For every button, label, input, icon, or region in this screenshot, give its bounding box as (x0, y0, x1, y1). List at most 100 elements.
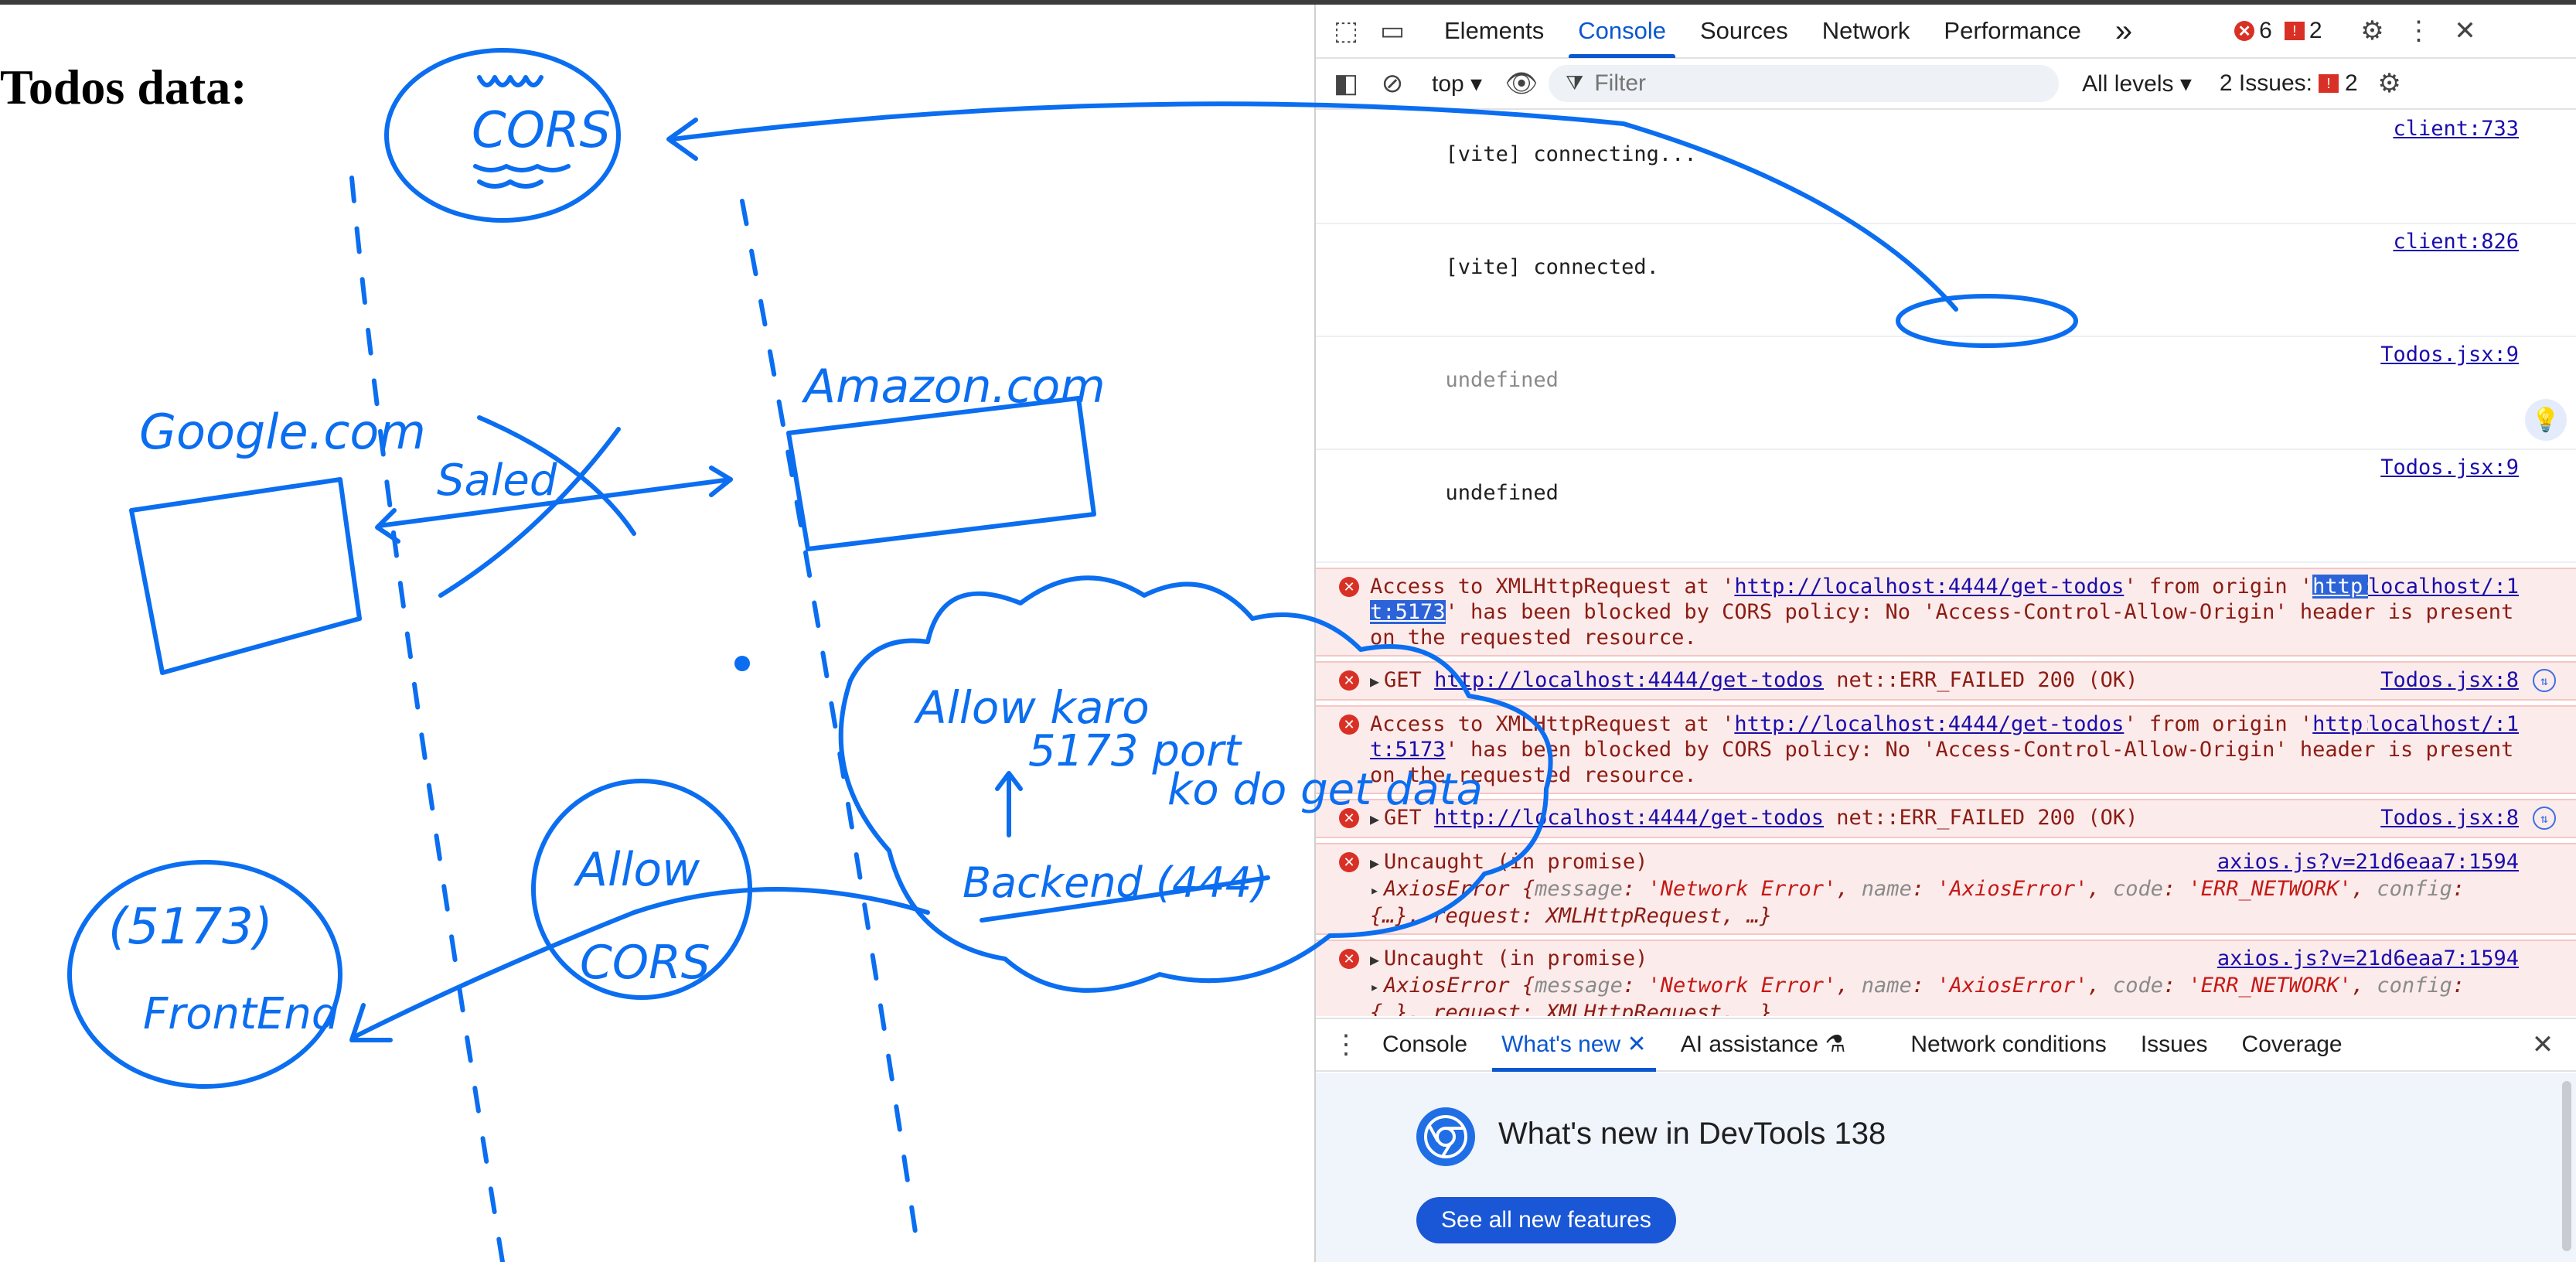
drawer-tab-whats-new[interactable]: What's new ✕ (1484, 1018, 1664, 1072)
ai-insights-bulb-icon[interactable]: 💡 (2525, 399, 2567, 441)
object-value: 'AxiosError' (1937, 877, 2088, 901)
console-error-row: ✕ ▶ Uncaught (in promise) axios.js?v=21d6ea… (1316, 843, 2576, 935)
source-link[interactable]: localhost/:1 (2367, 574, 2519, 599)
source-link[interactable]: Todos.jsx:8 (2380, 805, 2519, 831)
error-icon: ✕ (1339, 852, 1359, 872)
clear-console-icon[interactable]: ⊘ (1373, 64, 1412, 103)
error-text: net::ERR_FAILED 200 (OK) (1824, 668, 2138, 692)
error-text: Uncaught (in promise) (1384, 946, 1648, 970)
network-request-icon[interactable]: ⇅ (2533, 807, 2556, 830)
warning-count: 2 (2309, 18, 2322, 43)
drawer-tab-network-conditions[interactable]: Network conditions (1893, 1018, 2123, 1072)
object-key: config (2377, 877, 2452, 901)
close-drawer-icon[interactable]: ✕ (2523, 1025, 2562, 1064)
console-log-row: undefined Todos.jsx:9 (1316, 337, 2576, 450)
object-type: AxiosError (1384, 877, 1510, 901)
error-text: net::ERR_FAILED 200 (OK) (1824, 806, 2138, 830)
filter-input[interactable] (1593, 70, 2029, 97)
object-value: 'Network Error' (1647, 877, 1837, 901)
object-tail: {…}, request: XMLHttpRequest, …} (1370, 904, 1773, 928)
object-value: 'AxiosError' (1937, 974, 2088, 998)
more-tabs-button[interactable]: » (2098, 4, 2149, 58)
live-expression-eye-icon[interactable]: 👁 (1502, 64, 1541, 103)
error-text: GET (1384, 668, 1435, 692)
error-icon: ✕ (2234, 21, 2255, 41)
expand-triangle-icon[interactable]: ▶ (1370, 950, 1379, 969)
drawer-tab-console[interactable]: Console (1365, 1018, 1484, 1072)
close-devtools-icon[interactable]: ✕ (2446, 12, 2485, 50)
more-options-icon[interactable]: ⋮ (2400, 12, 2438, 50)
filter-icon: ⧩ (1566, 71, 1584, 94)
settings-gear-icon[interactable]: ⚙ (2353, 12, 2392, 50)
error-icon: ✕ (1339, 577, 1359, 597)
console-error-row: ✕ Access to XMLHttpRequest at 'http://loc… (1316, 705, 2576, 794)
error-text: Access to XMLHttpRequest at ' (1370, 712, 1735, 736)
issues-counter[interactable]: 2 Issues: ! 2 (2220, 70, 2358, 97)
request-url-link[interactable]: http://localhost:4444/get-todos (1434, 806, 1824, 830)
tab-elements[interactable]: Elements (1427, 4, 1561, 58)
flask-icon: ⚗ (1825, 1032, 1846, 1057)
console-settings-gear-icon[interactable]: ⚙ (2370, 64, 2409, 103)
error-text: Access to XMLHttpRequest at ' (1370, 575, 1735, 599)
tab-sources[interactable]: Sources (1683, 4, 1805, 58)
drawer-tab-ai-label: AI assistance (1680, 1032, 1819, 1057)
inspect-element-icon[interactable]: ⬚ (1327, 12, 1365, 50)
tab-console[interactable]: Console (1561, 4, 1683, 58)
drawer-tab-coverage[interactable]: Coverage (2225, 1018, 2360, 1072)
expand-triangle-icon[interactable]: ▶ (1370, 854, 1379, 872)
drawer-tab-ai-assistance[interactable]: AI assistance ⚗ (1664, 1018, 1863, 1072)
warning-count-badge[interactable]: ! 2 (2284, 18, 2322, 44)
request-url-link[interactable]: http://localhost:4444/get-todos (1734, 575, 2124, 599)
context-selector[interactable]: top ▾ (1432, 70, 1482, 97)
source-link[interactable]: client:826 (2393, 229, 2519, 254)
console-error-row: ✕ Access to XMLHttpRequest at 'http://loc… (1316, 568, 2576, 657)
object-key: config (2377, 974, 2452, 998)
see-all-features-button[interactable]: See all new features (1416, 1197, 1676, 1243)
expand-triangle-icon[interactable]: ▸ (1370, 977, 1379, 996)
error-count: 6 (2259, 18, 2272, 43)
error-text: GET (1384, 806, 1435, 830)
close-tab-icon[interactable]: ✕ (1627, 1032, 1647, 1057)
source-link[interactable]: Todos.jsx:8 (2380, 667, 2519, 693)
filter-box[interactable]: ⧩ (1549, 65, 2060, 102)
issue-flag-icon: ! (2318, 74, 2339, 93)
object-value: 'Network Error' (1647, 974, 1837, 998)
source-link[interactable]: axios.js?v=21d6eaa7:1594 (2217, 946, 2519, 971)
source-link[interactable]: axios.js?v=21d6eaa7:1594 (2217, 849, 2519, 875)
drawer-tab-issues[interactable]: Issues (2124, 1018, 2225, 1072)
expand-triangle-icon[interactable]: ▶ (1370, 672, 1379, 691)
source-link[interactable]: localhost/:1 (2367, 711, 2519, 737)
log-levels-dropdown[interactable]: All levels ▾ (2082, 70, 2192, 97)
network-request-icon[interactable]: ⇅ (2533, 669, 2556, 692)
source-link[interactable]: Todos.jsx:9 (2380, 455, 2519, 480)
request-url-link[interactable]: http://localhost:4444/get-todos (1434, 668, 1824, 692)
tab-network[interactable]: Network (1805, 4, 1927, 58)
request-url-link[interactable]: http://localhost:4444/get-todos (1734, 712, 2124, 736)
object-key: name (1861, 974, 1912, 998)
log-text: undefined (1445, 481, 1559, 505)
device-toolbar-icon[interactable]: ▭ (1373, 12, 1412, 50)
web-page: Todos data: (0, 5, 1314, 1262)
source-link[interactable]: Todos.jsx:9 (2380, 342, 2519, 367)
object-key: code (2112, 974, 2163, 998)
expand-triangle-icon[interactable]: ▸ (1370, 881, 1379, 899)
tab-performance[interactable]: Performance (1927, 4, 2097, 58)
drawer-menu-icon[interactable]: ⋮ (1327, 1025, 1365, 1064)
error-text: ' has been blocked by CORS policy: No 'A… (1370, 738, 2527, 787)
axios-error-object: AxiosError {message: 'Network Error', na… (1370, 877, 2478, 928)
drawer-scrollbar[interactable] (2562, 1081, 2571, 1251)
console-messages: [vite] connecting... client:733 [vite] c… (1316, 111, 2576, 1016)
error-count-badge[interactable]: ✕ 6 (2234, 18, 2272, 44)
object-key: message (1535, 974, 1623, 998)
source-link[interactable]: client:733 (2393, 116, 2519, 142)
log-text: undefined (1445, 368, 1559, 392)
object-value: 'ERR_NETWORK' (2188, 877, 2352, 901)
error-icon: ✕ (1339, 808, 1359, 828)
error-text: ' from origin ' (2124, 575, 2313, 599)
chrome-devtools-logo-icon (1416, 1107, 1475, 1166)
sidebar-toggle-icon[interactable]: ◧ (1327, 64, 1365, 103)
log-levels-label: All levels (2082, 70, 2174, 97)
console-log-row: [vite] connecting... client:733 (1316, 111, 2576, 224)
log-text: [vite] connected. (1445, 255, 1659, 279)
expand-triangle-icon[interactable]: ▶ (1370, 810, 1379, 828)
